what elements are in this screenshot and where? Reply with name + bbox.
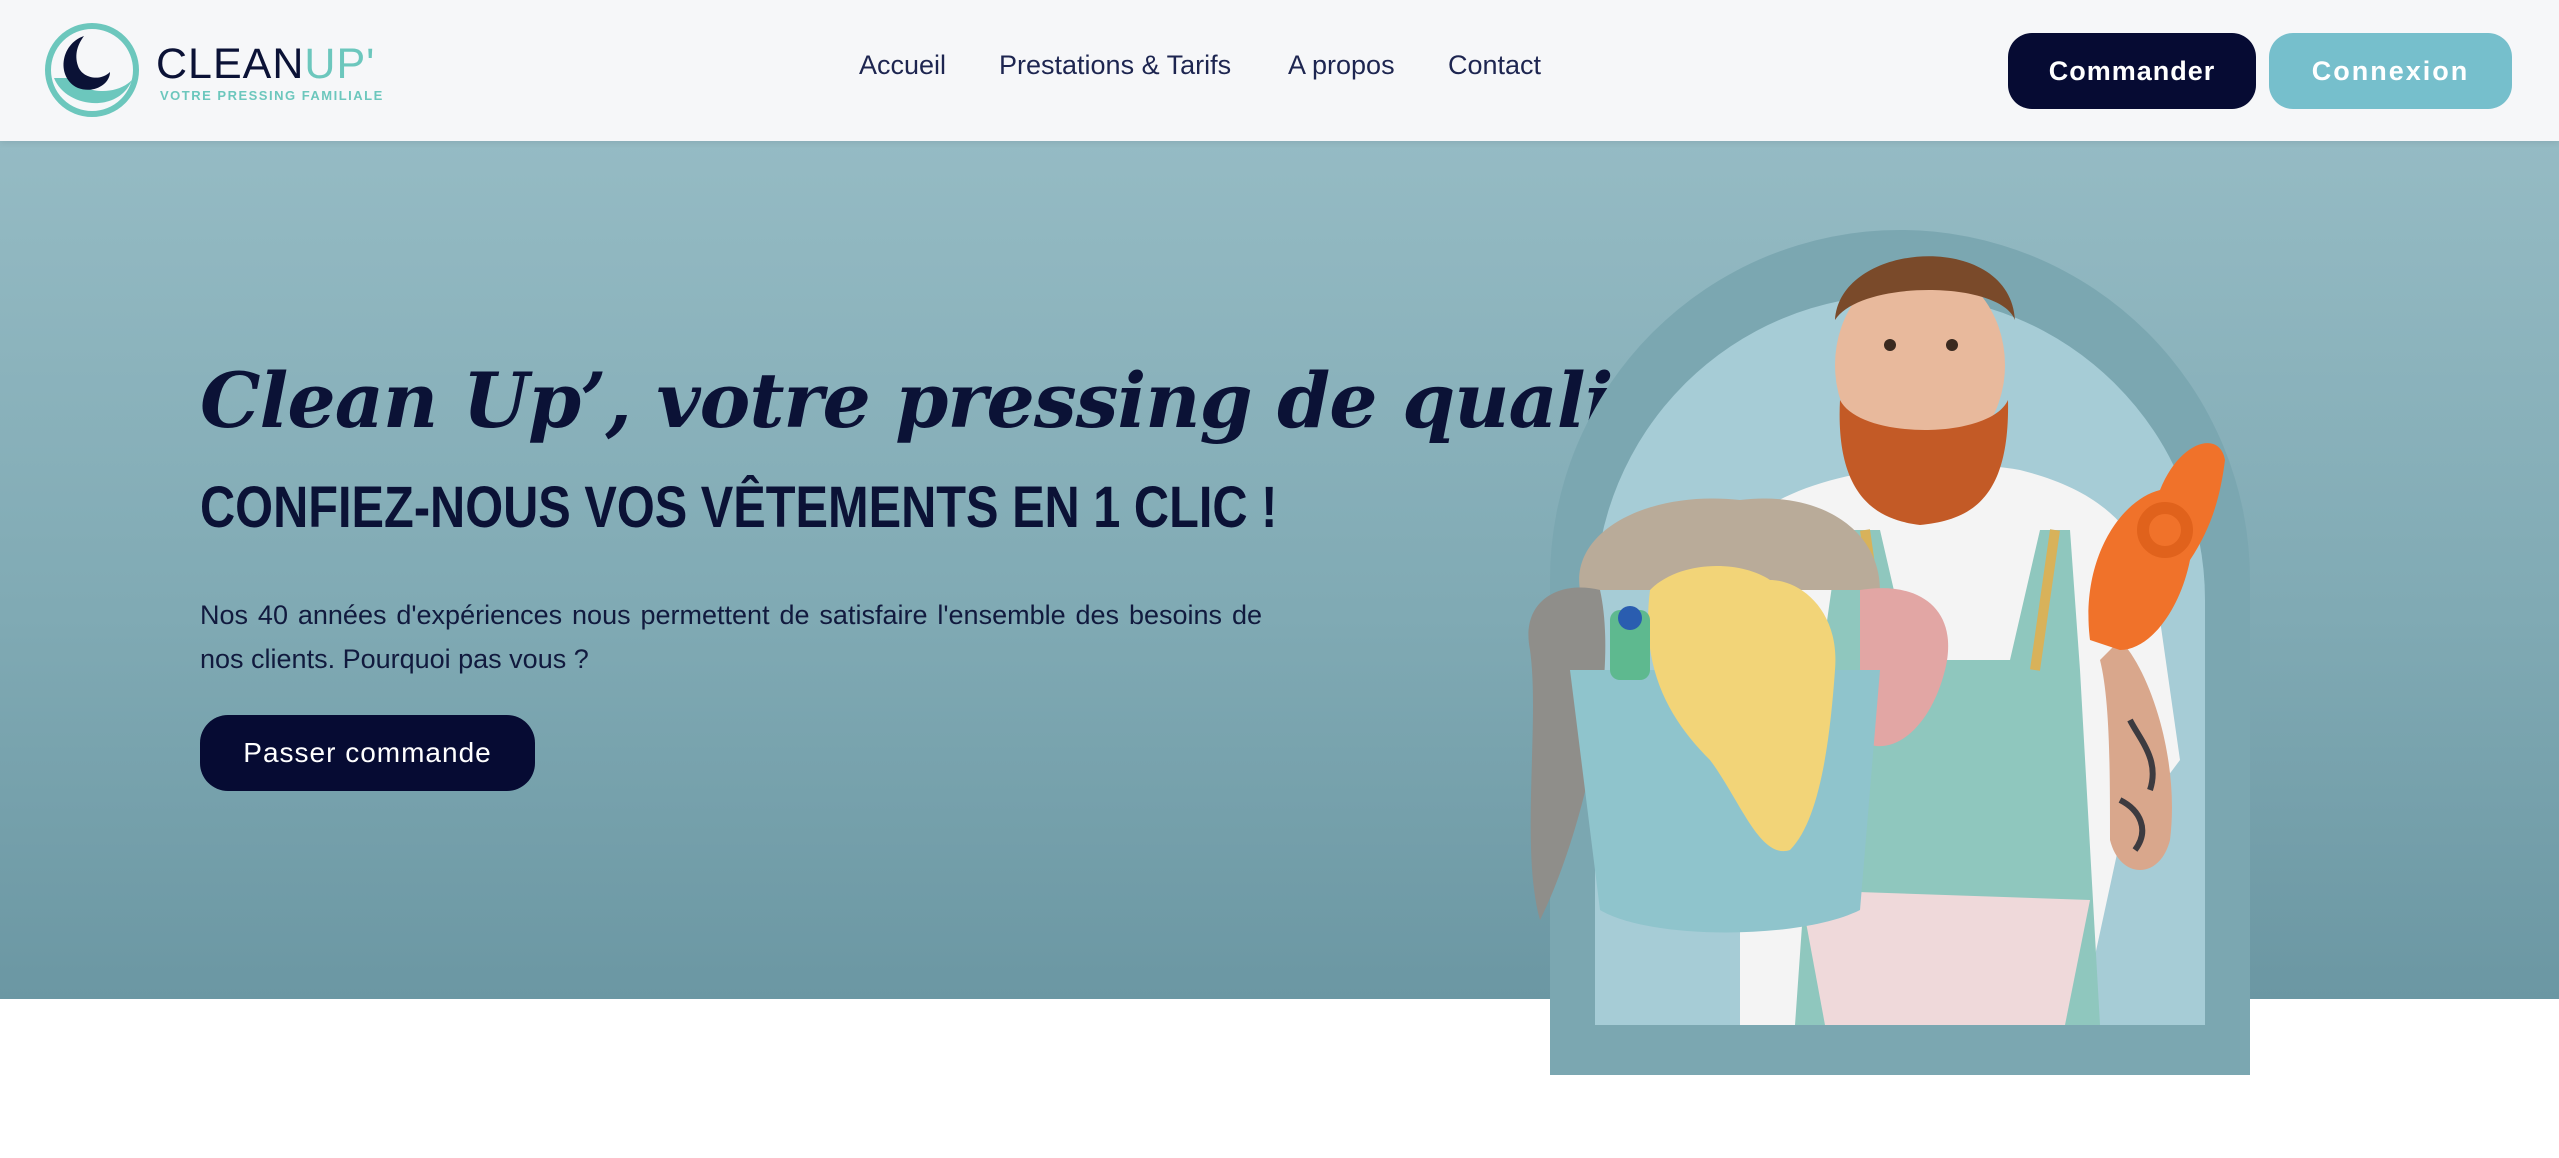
passer-commande-button[interactable]: Passer commande [200,715,535,791]
commander-button[interactable]: Commander [2008,33,2256,109]
nav-item-accueil[interactable]: Accueil [859,50,946,81]
brand-tagline: VOTRE PRESSING FAMILIALE [160,88,384,103]
nav-item-contact[interactable]: Contact [1448,50,1541,81]
hero-description: Nos 40 années d'expériences nous permett… [200,600,1262,674]
hero-headline: CONFIEZ-NOUS VOS VÊTEMENTS EN 1 CLIC ! [200,475,1278,540]
connexion-button[interactable]: Connexion [2269,33,2512,109]
nav-item-a-propos[interactable]: A propos [1288,50,1395,81]
nav-item-prestations-tarifs[interactable]: Prestations & Tarifs [999,50,1231,81]
hero-illustration [1528,230,2250,1075]
site-header: CLEANUP' VOTRE PRESSING FAMILIALE Accuei… [0,0,2559,141]
